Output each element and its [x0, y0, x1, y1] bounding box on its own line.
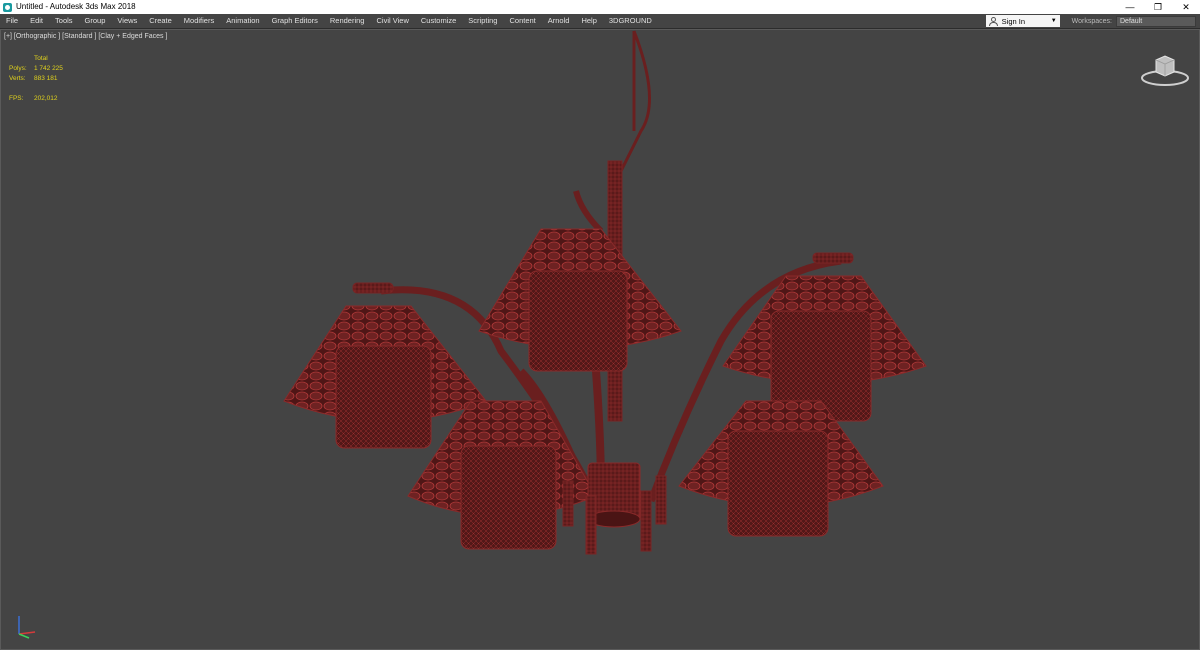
- menu-civil-view[interactable]: Civil View: [370, 14, 414, 28]
- viewport-orthographic[interactable]: [+] [Orthographic ] [Standard ] [Clay + …: [0, 29, 1200, 650]
- stats-polys-row: Polys: 1 742 225: [9, 64, 63, 74]
- menu-group[interactable]: Group: [79, 14, 112, 28]
- 3dsmax-app-icon[interactable]: [3, 2, 12, 12]
- stats-total-header: Total: [34, 55, 48, 62]
- viewport-label-menu[interactable]: [+] [Orthographic ] [Standard ] [Clay + …: [4, 33, 167, 40]
- menu-3dground[interactable]: 3DGROUND: [603, 14, 658, 28]
- stats-fps-row: FPS: 202,012: [9, 94, 63, 104]
- stats-fps-value: 202,012: [34, 95, 58, 102]
- stats-verts-label: Verts:: [9, 75, 26, 82]
- viewcube-icon[interactable]: [1139, 50, 1191, 90]
- menu-tools[interactable]: Tools: [49, 14, 79, 28]
- user-icon: [988, 16, 998, 26]
- stats-fps-label: FPS:: [9, 95, 24, 102]
- stats-polys-value: 1 742 225: [34, 65, 63, 72]
- restore-button[interactable]: ❐: [1144, 0, 1172, 14]
- menu-file[interactable]: File: [0, 14, 24, 28]
- menu-create[interactable]: Create: [143, 14, 178, 28]
- menu-help[interactable]: Help: [575, 14, 602, 28]
- axis-tripod-icon: [18, 616, 36, 639]
- title-bar: Untitled - Autodesk 3ds Max 2018 — ❐ ✕: [0, 0, 1200, 14]
- shade-top-center: [478, 228, 682, 372]
- stats-polys-label: Polys:: [9, 65, 27, 72]
- statistics-overlay: Total Polys: 1 742 225 Verts: 883 181 FP…: [9, 54, 63, 104]
- menu-graph-editors[interactable]: Graph Editors: [266, 14, 324, 28]
- chevron-down-icon: ▼: [1050, 18, 1057, 24]
- menu-arnold[interactable]: Arnold: [542, 14, 576, 28]
- menu-modifiers[interactable]: Modifiers: [178, 14, 220, 28]
- menu-scripting[interactable]: Scripting: [462, 14, 503, 28]
- menu-rendering[interactable]: Rendering: [324, 14, 371, 28]
- menu-edit[interactable]: Edit: [24, 14, 49, 28]
- menu-bar: File Edit Tools Group Views Create Modif…: [0, 14, 1200, 29]
- stats-verts-row: Verts: 883 181: [9, 74, 63, 84]
- sign-in-label: Sign In: [1001, 16, 1026, 26]
- sign-in-button[interactable]: Sign In ▼: [985, 15, 1060, 27]
- workspaces-label: Workspaces:: [1071, 17, 1112, 25]
- workspaces-value: Default: [1120, 17, 1143, 25]
- window-title: Untitled - Autodesk 3ds Max 2018: [16, 2, 136, 11]
- menu-animation[interactable]: Animation: [220, 14, 265, 28]
- stats-verts-value: 883 181: [34, 75, 58, 82]
- shade-bottom-left: [407, 400, 597, 550]
- close-button[interactable]: ✕: [1172, 0, 1200, 14]
- minimize-button[interactable]: —: [1116, 0, 1144, 14]
- chandelier-wireframe-model[interactable]: [1, 30, 1199, 649]
- menu-customize[interactable]: Customize: [415, 14, 462, 28]
- workspaces-select[interactable]: Default: [1116, 15, 1196, 27]
- menu-content[interactable]: Content: [503, 14, 541, 28]
- menu-views[interactable]: Views: [111, 14, 143, 28]
